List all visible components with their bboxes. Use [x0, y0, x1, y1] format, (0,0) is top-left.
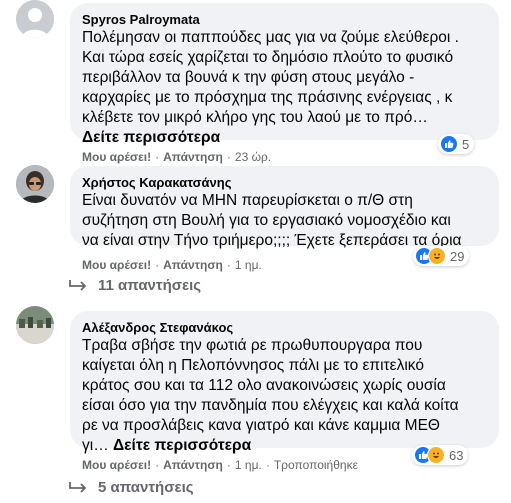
reaction-count: 63	[449, 447, 464, 463]
reply-arrow-icon	[69, 279, 87, 291]
comment-bubble: Αλέξανδρος Στεφανάκος Τραβα σβήσε την φω…	[70, 311, 499, 454]
reply-button[interactable]: Απάντηση	[163, 150, 223, 164]
comment-text: Τραβα σβήσε την φωτιά ρε πρωθυπουργαρα π…	[82, 337, 459, 454]
reply-button[interactable]: Απάντηση	[163, 258, 223, 272]
reply-arrow-icon	[69, 481, 87, 493]
comment-author[interactable]: Spyros Palroymata	[82, 11, 487, 28]
reaction-summary[interactable]: 5	[438, 134, 475, 154]
reaction-summary[interactable]: 29	[413, 246, 470, 266]
comment-actions: Μου αρέσει! · Απάντηση · 1 ημ. · Τροποποιήθηκε	[82, 458, 358, 472]
like-button[interactable]: Μου αρέσει!	[82, 458, 151, 472]
comment-bubble: Spyros Palroymata Πολέμησαν οι παππούδες…	[70, 3, 499, 146]
comment-author[interactable]: Αλέξανδρος Στεφανάκος	[82, 319, 487, 336]
like-reaction-icon	[440, 135, 458, 153]
default-avatar-icon	[16, 0, 54, 38]
replies-count-label[interactable]: 5 απαντήσεις	[98, 479, 194, 496]
comment-actions: Μου αρέσει! · Απάντηση · 23 ώρ.	[82, 150, 272, 164]
haha-reaction-icon	[428, 247, 446, 265]
avatar[interactable]	[16, 165, 54, 203]
edited-label: Τροποποιήθηκε	[273, 458, 358, 472]
reaction-count: 29	[450, 248, 465, 264]
view-replies-button[interactable]: 5 απαντήσεις	[68, 479, 194, 496]
like-button[interactable]: Μου αρέσει!	[82, 150, 151, 164]
replies-count-label[interactable]: 11 απαντήσεις	[98, 277, 201, 294]
comment-time[interactable]: 23 ώρ.	[235, 150, 271, 164]
haha-reaction-icon	[427, 446, 445, 464]
comment-time[interactable]: 1 ημ.	[235, 258, 262, 272]
comment-bubble: Χρήστος Καρακατσάνης Είναι δυνατόν να ΜΗ…	[70, 166, 499, 249]
comment-actions: Μου αρέσει! · Απάντηση · 1 ημ.	[82, 258, 262, 272]
see-more-link[interactable]: Δείτε περισσότερα	[82, 129, 220, 146]
avatar[interactable]	[16, 0, 54, 38]
view-replies-button[interactable]: 11 απαντήσεις	[68, 277, 201, 294]
profile-photo-icon	[16, 306, 54, 344]
comment-time[interactable]: 1 ημ.	[235, 458, 262, 472]
see-more-link[interactable]: Δείτε περισσότερα	[113, 437, 251, 454]
comment-text: Πολέμησαν οι παππούδες μας για να ζούμε …	[82, 29, 459, 146]
like-button[interactable]: Μου αρέσει!	[82, 258, 151, 272]
avatar[interactable]	[16, 306, 54, 344]
reaction-summary[interactable]: 63	[412, 445, 469, 465]
reaction-count: 5	[462, 136, 470, 152]
comment-text: Είναι δυνατόν να ΜΗΝ παρευρίσκεται ο π/Θ…	[82, 192, 462, 249]
profile-photo-icon	[16, 165, 54, 203]
reply-button[interactable]: Απάντηση	[163, 458, 223, 472]
comment-author[interactable]: Χρήστος Καρακατσάνης	[82, 174, 487, 191]
